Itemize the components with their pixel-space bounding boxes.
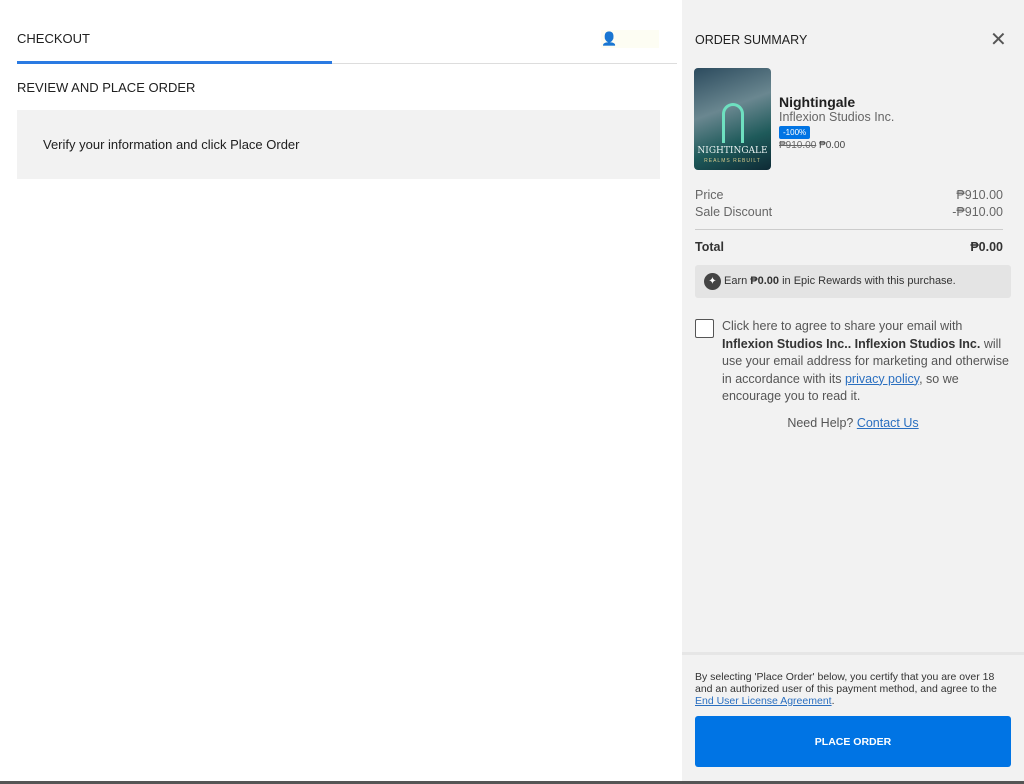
place-order-button[interactable]: PLACE ORDER xyxy=(695,716,1011,767)
rewards-text-end: in Epic Rewards with this purchase. xyxy=(779,275,956,287)
eula-link[interactable]: End User License Agreement xyxy=(695,695,832,707)
rewards-text: Earn xyxy=(724,275,751,287)
contact-us-link[interactable]: Contact Us xyxy=(857,416,919,430)
help-line: Need Help? Contact Us xyxy=(682,416,1024,430)
game-name: Nightingale xyxy=(779,94,856,110)
total-value: ₱0.00 xyxy=(970,240,1003,254)
discount-value: -₱910.00 xyxy=(952,205,1003,219)
sale-price: ₱0.00 xyxy=(819,140,846,151)
price-label: Price xyxy=(695,188,724,202)
legal-text: By selecting 'Place Order' below, you ce… xyxy=(695,671,1011,707)
info-box: Verify your information and click Place … xyxy=(17,110,660,179)
checkout-panel: CHECKOUT 👤 REVIEW AND PLACE ORDER Verify… xyxy=(0,0,682,784)
item-prices: ₱910.00 ₱0.00 xyxy=(779,140,845,151)
step-title: REVIEW AND PLACE ORDER xyxy=(17,80,196,95)
order-footer: By selecting 'Place Order' below, you ce… xyxy=(682,652,1024,784)
price-value: ₱910.00 xyxy=(956,188,1003,202)
checkout-title: CHECKOUT xyxy=(17,31,90,46)
original-price: ₱910.00 xyxy=(779,140,817,151)
divider xyxy=(695,229,1003,230)
publisher-name: Inflexion Studios Inc.. Inflexion Studio… xyxy=(722,336,981,351)
user-icon: 👤 xyxy=(601,31,618,46)
info-message: Verify your information and click Place … xyxy=(43,137,300,152)
share-email-label[interactable]: Click here to agree to share your email … xyxy=(722,318,1012,406)
close-icon[interactable]: ✕ xyxy=(990,27,1007,52)
rewards-banner: ✦ Earn ₱0.00 in Epic Rewards with this pu… xyxy=(695,265,1011,298)
discount-row: Sale Discount -₱910.00 xyxy=(695,205,1003,219)
share-email-checkbox[interactable] xyxy=(695,319,714,338)
game-cover-image: NIGHTINGALE REALMS REBUILT xyxy=(694,68,771,170)
discount-badge: -100% xyxy=(779,126,811,139)
legal-end: . xyxy=(831,695,835,707)
help-label: Need Help? xyxy=(787,416,857,430)
agree-text: Click here to agree to share your email … xyxy=(722,319,963,333)
total-row: Total ₱0.00 xyxy=(695,240,1003,254)
user-account[interactable]: 👤 xyxy=(601,30,659,48)
progress-bar xyxy=(17,61,332,64)
order-summary-title: ORDER SUMMARY xyxy=(695,33,808,47)
rewards-amount: ₱0.00 xyxy=(750,275,780,287)
publisher: Inflexion Studios Inc. xyxy=(779,110,895,124)
cover-subtitle: REALMS REBUILT xyxy=(704,158,761,164)
total-label: Total xyxy=(695,240,724,254)
privacy-policy-link[interactable]: privacy policy xyxy=(845,372,919,386)
discount-label: Sale Discount xyxy=(695,205,773,219)
epic-rewards-icon: ✦ xyxy=(704,273,721,290)
price-row: Price ₱910.00 xyxy=(695,188,1003,202)
legal-body: By selecting 'Place Order' below, you ce… xyxy=(695,671,997,695)
cover-title: NIGHTINGALE xyxy=(697,146,768,156)
